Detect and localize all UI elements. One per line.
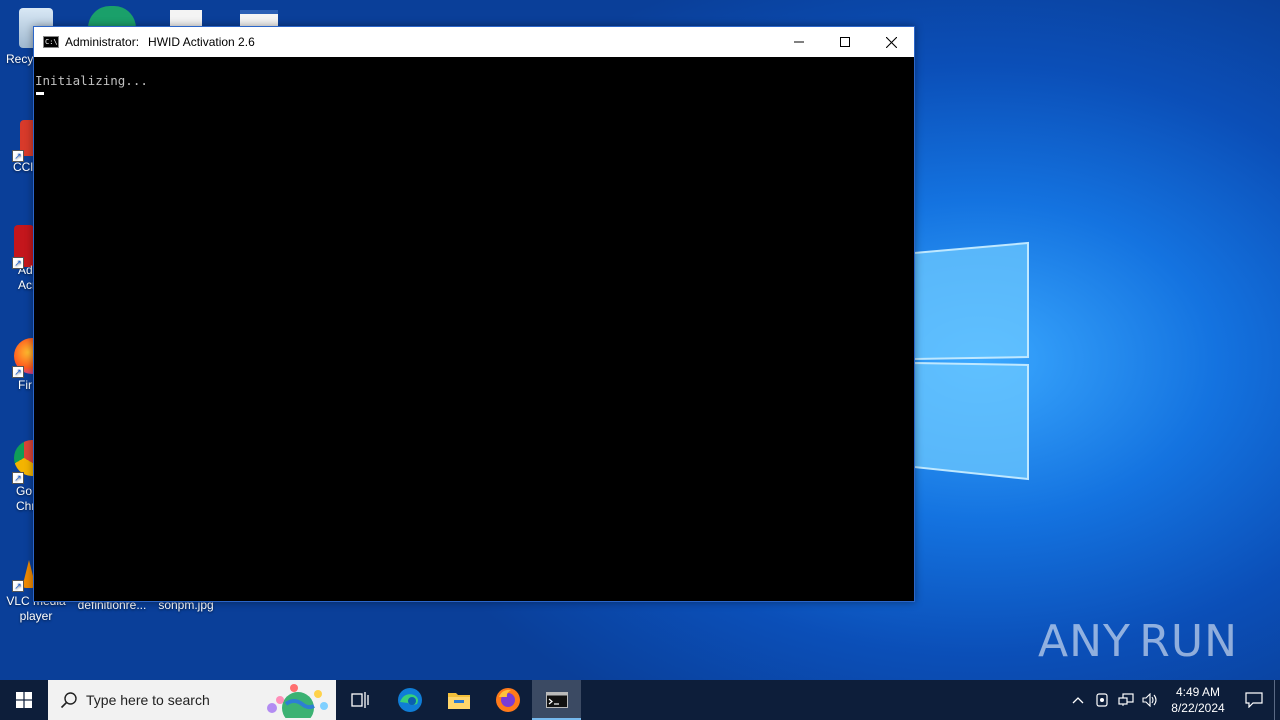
search-highlight-globe-icon xyxy=(267,684,328,718)
search-input[interactable] xyxy=(86,692,266,708)
console-cursor xyxy=(36,92,44,95)
taskbar: 4:49 AM 8/22/2024 xyxy=(0,680,1280,720)
edge-icon xyxy=(397,688,422,712)
minimize-icon xyxy=(794,41,804,43)
shortcut-arrow-icon: ↗ xyxy=(12,472,24,484)
shortcut-arrow-icon: ↗ xyxy=(12,580,24,592)
shortcut-arrow-icon: ↗ xyxy=(12,366,24,378)
windows-wallpaper-logo xyxy=(913,241,1029,481)
window-title: HWID Activation 2.6 xyxy=(148,35,255,49)
volume-button[interactable] xyxy=(1138,680,1162,720)
shortcut-arrow-icon: ↗ xyxy=(12,257,24,269)
action-center-button[interactable] xyxy=(1234,680,1274,720)
folder-icon xyxy=(447,693,470,709)
window-title-prefix: Administrator: xyxy=(65,35,140,49)
firefox-icon xyxy=(495,688,520,712)
maximize-icon xyxy=(840,37,850,47)
clock-time: 4:49 AM xyxy=(1175,685,1221,699)
taskbar-command-prompt-button[interactable] xyxy=(532,680,581,720)
window-controls xyxy=(776,27,914,57)
maximize-button[interactable] xyxy=(822,27,868,57)
taskbar-firefox-button[interactable] xyxy=(483,680,532,720)
watermark-left-text: ANY xyxy=(1038,615,1131,667)
clock-date: 8/22/2024 xyxy=(1171,701,1225,715)
system-tray: 4:49 AM 8/22/2024 xyxy=(1066,680,1280,720)
edge-desktop-icon[interactable] xyxy=(88,6,136,28)
console-line: Initializing... xyxy=(35,73,148,88)
windows-start-icon xyxy=(16,692,32,708)
network-icon xyxy=(1118,693,1134,706)
anyrun-watermark: ANY RUN xyxy=(1038,608,1238,674)
network-button[interactable] xyxy=(1114,680,1138,720)
notification-icon xyxy=(1245,692,1263,708)
minimize-button[interactable] xyxy=(776,27,822,57)
command-prompt-icon: C:\ xyxy=(43,36,59,48)
taskbar-edge-button[interactable] xyxy=(385,680,434,720)
close-button[interactable] xyxy=(868,27,914,57)
close-icon xyxy=(885,36,897,48)
taskbar-file-explorer-button[interactable] xyxy=(434,680,483,720)
task-view-button[interactable] xyxy=(336,680,385,720)
shortcut-arrow-icon: ↗ xyxy=(12,150,24,162)
show-hidden-icons-button[interactable] xyxy=(1066,680,1090,720)
task-view-icon xyxy=(350,692,369,708)
chevron-up-icon xyxy=(1072,697,1084,704)
speaker-icon xyxy=(1142,693,1157,707)
command-prompt-icon xyxy=(545,692,568,708)
tray-app-button[interactable] xyxy=(1090,680,1114,720)
console-window[interactable]: C:\ Administrator: HWID Activation 2.6 I… xyxy=(33,26,915,602)
chrome-icon xyxy=(14,440,34,476)
console-output[interactable]: Initializing... xyxy=(34,57,914,95)
search-icon xyxy=(60,692,77,709)
taskbar-search-box[interactable] xyxy=(48,680,336,720)
window-titlebar[interactable]: C:\ Administrator: HWID Activation 2.6 xyxy=(34,27,914,57)
device-icon xyxy=(1096,693,1108,707)
start-button[interactable] xyxy=(0,680,48,720)
show-desktop-button[interactable] xyxy=(1274,680,1280,720)
taskbar-clock[interactable]: 4:49 AM 8/22/2024 xyxy=(1162,684,1234,716)
watermark-right-text: RUN xyxy=(1139,615,1238,667)
